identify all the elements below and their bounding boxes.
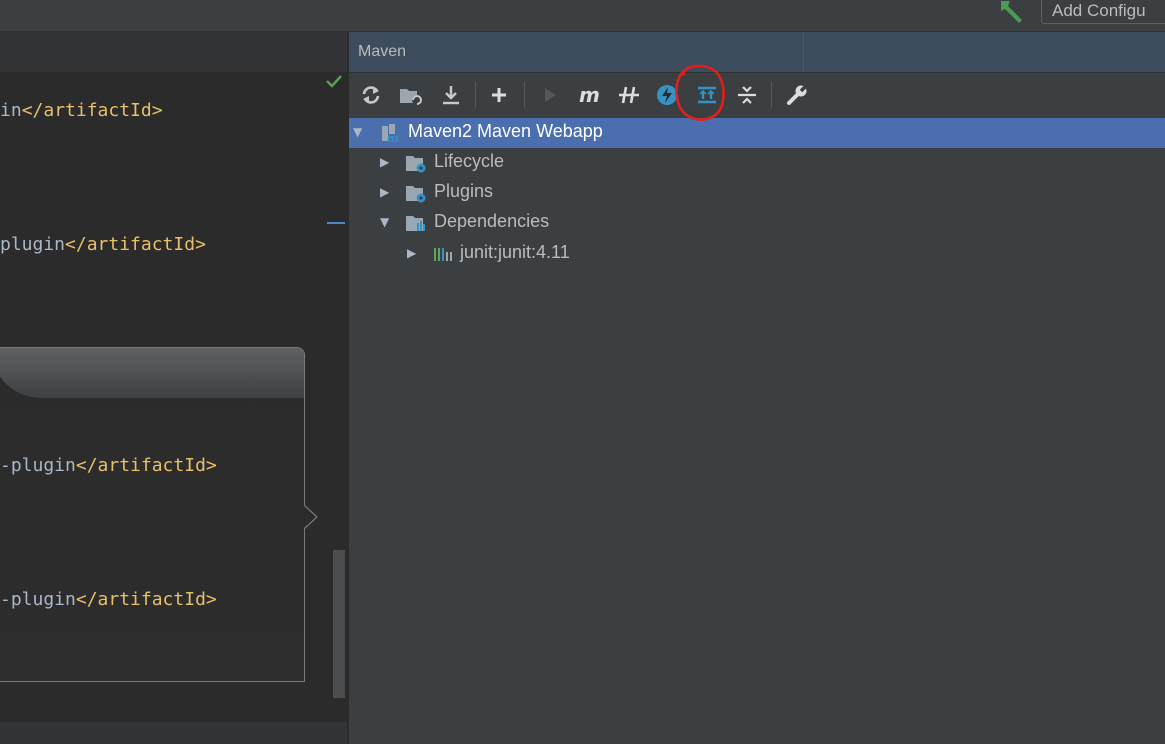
expand-arrow-icon[interactable]: ▶ <box>380 156 392 168</box>
svg-text:m: m <box>579 83 600 107</box>
maven-title: Maven <box>358 43 407 60</box>
plugins-folder-icon <box>406 186 426 203</box>
expand-arrow-icon[interactable]: ▼ <box>380 216 392 228</box>
expand-arrow-icon[interactable]: ▶ <box>380 186 392 198</box>
toolbar-separator <box>524 82 525 108</box>
settings-icon[interactable] <box>785 83 809 107</box>
download-icon[interactable] <box>439 83 463 107</box>
lifecycle-folder-icon <box>406 156 426 173</box>
build-hammer-icon[interactable] <box>998 0 1026 24</box>
expand-arrow-icon[interactable]: ▶ <box>407 247 419 259</box>
toolbar-separator <box>475 82 476 108</box>
inspection-ok-check-icon <box>326 75 342 88</box>
tree-item-label: Maven2 Maven Webapp <box>408 121 603 141</box>
maven-tool-window: Maven m ▼ m Maven2 Maven Webapp ▶ Lifecy… <box>349 32 1165 744</box>
tree-item-label: Dependencies <box>434 211 550 231</box>
dependencies-folder-icon <box>406 216 425 231</box>
code-line: plugin</artifactId> <box>0 234 206 255</box>
top-toolbar: Add Configu <box>0 0 1165 32</box>
library-icon <box>434 248 452 261</box>
skip-tests-icon[interactable] <box>655 83 679 107</box>
header-separator <box>803 32 804 72</box>
popup-header <box>0 348 304 398</box>
maven-toolbar: m <box>349 73 1165 119</box>
code-line: -plugin</artifactId> <box>0 455 217 476</box>
tooltip-popup <box>0 347 305 682</box>
add-icon[interactable] <box>487 83 511 107</box>
tree-item-project[interactable]: ▼ m Maven2 Maven Webapp <box>349 118 1165 148</box>
execute-goal-icon[interactable]: m <box>577 83 601 107</box>
toggle-offline-icon[interactable] <box>617 83 641 107</box>
maven-header: Maven <box>349 32 1165 73</box>
code-line: -plugin</artifactId> <box>0 589 217 610</box>
popup-pointer <box>304 505 318 529</box>
collapse-all-icon[interactable] <box>735 83 759 107</box>
editor-scrollbar-thumb[interactable] <box>333 550 345 698</box>
tree-item-label: junit:junit:4.11 <box>460 242 570 262</box>
show-dependencies-icon[interactable] <box>695 83 719 107</box>
expand-arrow-icon[interactable]: ▼ <box>353 126 365 138</box>
run-icon[interactable] <box>538 83 562 107</box>
add-configuration-button[interactable]: Add Configu <box>1041 0 1165 24</box>
reload-icon[interactable] <box>359 83 383 107</box>
editor-bottom-bar <box>0 722 347 744</box>
maven-project-icon: m <box>382 124 398 143</box>
tree-item-label: Plugins <box>434 181 494 201</box>
toolbar-separator <box>771 82 772 108</box>
editor-tab-strip <box>0 32 347 72</box>
svg-text:m: m <box>387 132 398 143</box>
change-marker <box>327 222 345 224</box>
tree-item-label: Lifecycle <box>434 151 505 171</box>
generate-sources-icon[interactable] <box>399 83 423 107</box>
code-line: in</artifactId> <box>0 100 163 121</box>
